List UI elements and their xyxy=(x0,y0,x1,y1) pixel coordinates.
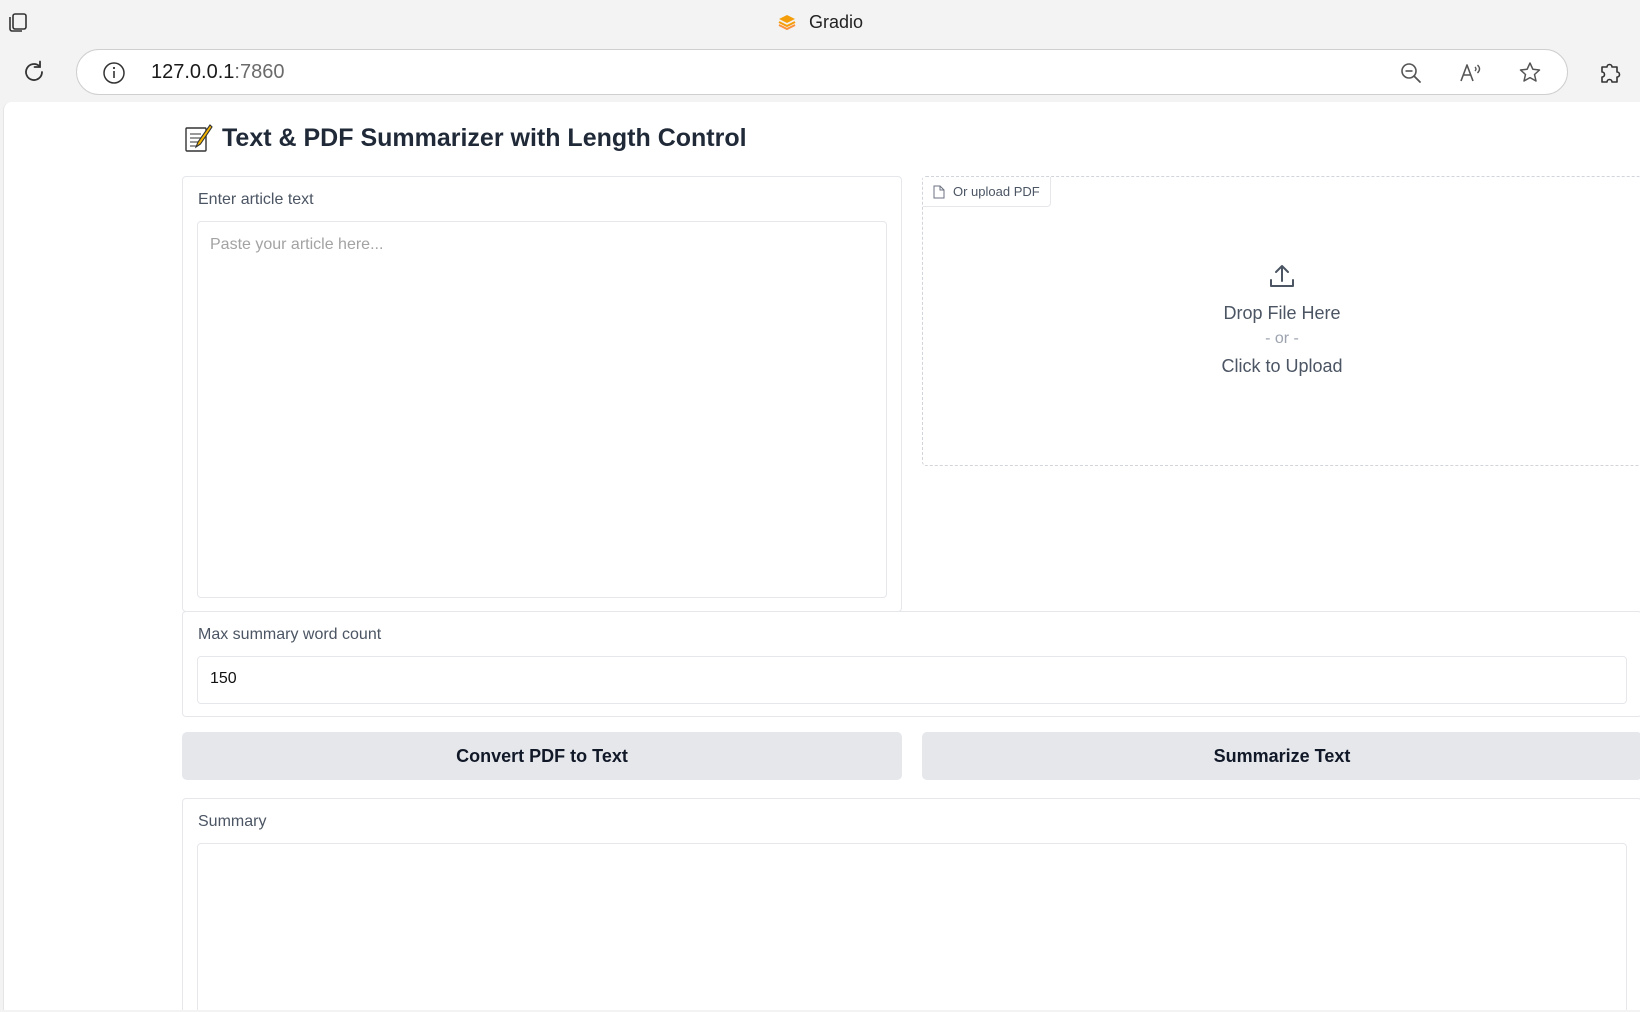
read-aloud-icon[interactable] xyxy=(1457,60,1483,86)
address-bar[interactable]: 127.0.0.1:7860 xyxy=(76,49,1568,95)
summary-block: Summary xyxy=(182,798,1640,1010)
reload-icon[interactable] xyxy=(20,58,48,86)
click-to-upload-text[interactable]: Click to Upload xyxy=(1221,356,1342,377)
url-text[interactable]: 127.0.0.1:7860 xyxy=(151,61,284,84)
article-text-block: Enter article text Paste your article he… xyxy=(182,176,902,612)
drop-file-text: Drop File Here xyxy=(1223,303,1341,323)
upload-label-chip: Or upload PDF xyxy=(923,177,1051,207)
upload-icon xyxy=(1270,265,1294,287)
browser-titlebar: Gradio xyxy=(0,0,1640,44)
page-heading: Text & PDF Summarizer with Length Contro… xyxy=(182,122,747,154)
tab-title: Gradio xyxy=(0,10,1640,34)
summary-label: Summary xyxy=(198,813,267,830)
summarize-text-button[interactable]: Summarize Text xyxy=(922,732,1640,780)
article-text-input[interactable]: Paste your article here... xyxy=(197,221,887,598)
max-word-count-value: 150 xyxy=(210,670,237,687)
page-content: Text & PDF Summarizer with Length Contro… xyxy=(3,102,1640,1010)
summary-output[interactable] xyxy=(197,843,1627,1010)
article-placeholder: Paste your article here... xyxy=(210,236,384,253)
memo-emoji-icon xyxy=(185,124,213,152)
file-icon xyxy=(933,185,945,198)
browser-toolbar: 127.0.0.1:7860 xyxy=(0,44,1640,100)
article-text-label: Enter article text xyxy=(198,191,314,208)
favorite-star-icon[interactable] xyxy=(1517,60,1543,86)
url-host: 127.0.0.1 xyxy=(151,61,235,83)
page-title: Text & PDF Summarizer with Length Contro… xyxy=(222,123,747,152)
url-port: :7860 xyxy=(234,61,285,83)
max-word-count-block: Max summary word count 150 xyxy=(182,611,1640,717)
site-info-icon[interactable] xyxy=(101,60,127,86)
extensions-puzzle-icon[interactable] xyxy=(1596,58,1624,86)
max-word-count-label: Max summary word count xyxy=(198,626,382,643)
tab-title-text: Gradio xyxy=(808,11,864,32)
upload-prompt[interactable]: Drop File Here - or - Click to Upload xyxy=(923,261,1640,377)
pdf-upload-dropzone[interactable]: Or upload PDF Drop File Here - or - Clic… xyxy=(922,176,1640,466)
upload-label-text: Or upload PDF xyxy=(953,184,1040,199)
max-word-count-input[interactable]: 150 xyxy=(197,656,1627,704)
zoom-out-icon[interactable] xyxy=(1398,60,1424,86)
or-separator-text: - or - xyxy=(1265,330,1299,347)
convert-pdf-button[interactable]: Convert PDF to Text xyxy=(182,732,902,780)
gradio-logo-icon xyxy=(778,15,796,31)
